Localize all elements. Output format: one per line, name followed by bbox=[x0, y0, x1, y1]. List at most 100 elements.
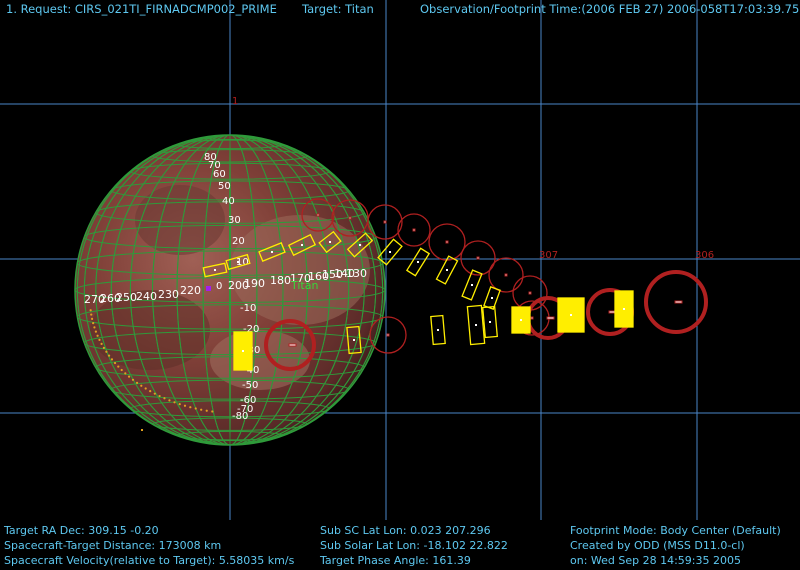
footprint-center bbox=[570, 314, 572, 316]
terminator-dot bbox=[149, 390, 152, 393]
terminator-dot bbox=[183, 404, 187, 407]
footprint-center bbox=[476, 256, 480, 260]
terminator-dot bbox=[120, 368, 123, 372]
observation-canvas: 1 307 306 80 70 60 50 40 30 20 10 0 -10 … bbox=[0, 0, 800, 520]
lat-label: 50 bbox=[218, 181, 231, 192]
created-by: Created by ODD (MSS D11.0-cl) bbox=[570, 539, 745, 552]
terminator-dot bbox=[100, 342, 103, 345]
footprint-center bbox=[530, 316, 534, 320]
lon-label: 180 bbox=[270, 274, 291, 287]
footprint-center bbox=[353, 339, 355, 341]
terminator-dot bbox=[153, 392, 156, 395]
lat-label: 30 bbox=[228, 215, 241, 226]
terminator-dot bbox=[98, 338, 101, 341]
ra-label-307: 307 bbox=[539, 250, 558, 261]
lat-label: -10 bbox=[240, 303, 256, 314]
footprint-center bbox=[301, 244, 303, 246]
lat-label: 20 bbox=[232, 236, 245, 247]
target-phase-angle: Target Phase Angle: 161.39 bbox=[320, 554, 471, 567]
terminator-dot bbox=[113, 361, 117, 365]
terminator-dot bbox=[173, 401, 176, 404]
terminator-dot bbox=[178, 402, 181, 406]
footprint-center bbox=[389, 251, 391, 253]
terminator-dot bbox=[93, 326, 96, 329]
terminator-dot bbox=[105, 350, 108, 353]
footprint-center bbox=[316, 213, 320, 217]
footprint-center bbox=[546, 316, 555, 320]
terminator-dot bbox=[140, 384, 143, 387]
lat-label: 0 bbox=[216, 281, 222, 292]
spacecraft-target-distance: Spacecraft-Target Distance: 173008 km bbox=[4, 539, 222, 552]
terminator-dot bbox=[110, 358, 114, 361]
sun-marker bbox=[141, 429, 143, 431]
observation-time-label: Observation/Footprint Time:(2006 FEB 27)… bbox=[420, 2, 800, 16]
sub-sc-lat-lon: Sub SC Lat Lon: 0.023 207.296 bbox=[320, 524, 491, 537]
terminator-dot bbox=[94, 330, 97, 333]
footprint-center bbox=[491, 297, 493, 299]
footprint-center bbox=[520, 319, 522, 321]
footprint-center bbox=[437, 329, 439, 331]
terminator-dot bbox=[158, 394, 161, 398]
terminator-dot bbox=[90, 317, 94, 320]
lon-label: 190 bbox=[244, 277, 265, 290]
terminator-dot bbox=[163, 397, 166, 400]
footprint-center bbox=[445, 240, 449, 244]
footprint-center bbox=[475, 324, 477, 326]
terminator-dot bbox=[211, 410, 214, 413]
terminator-dot bbox=[124, 372, 127, 375]
footprint-center bbox=[412, 228, 416, 232]
dec-label: 1 bbox=[232, 96, 238, 107]
lat-label: 40 bbox=[222, 196, 235, 207]
terminator-dot bbox=[89, 309, 92, 312]
footprint-center bbox=[489, 321, 491, 323]
terminator-dot bbox=[102, 346, 105, 349]
footprint-center bbox=[288, 343, 297, 347]
footer-right-panel: Footprint Mode: Body Center (Default) Cr… bbox=[570, 523, 781, 568]
terminator-dot bbox=[107, 354, 111, 357]
footprint-center bbox=[471, 284, 473, 286]
target-ra-dec: Target RA Dec: 309.15 -0.20 bbox=[4, 524, 159, 537]
terminator-dot bbox=[127, 375, 131, 378]
footer-middle-panel: Sub SC Lat Lon: 0.023 207.296 Sub Solar … bbox=[320, 523, 508, 568]
terminator-dot bbox=[96, 334, 99, 337]
target-label: Target: Titan bbox=[302, 2, 374, 16]
footprint-center bbox=[446, 269, 448, 271]
footprint-center bbox=[528, 291, 532, 295]
lon-label: 240 bbox=[136, 290, 157, 303]
footer-left-panel: Target RA Dec: 309.15 -0.20 Spacecraft-T… bbox=[4, 523, 294, 568]
footprint-center bbox=[237, 261, 239, 263]
footprint-center bbox=[504, 273, 508, 277]
body-name-label: Titan bbox=[290, 279, 318, 292]
terminator-dot bbox=[135, 381, 139, 384]
footprint-center bbox=[359, 244, 361, 246]
terminator-dot bbox=[117, 365, 120, 368]
ra-label-306: 306 bbox=[695, 250, 714, 261]
terminator-dot bbox=[90, 313, 93, 316]
footprint-center bbox=[271, 251, 273, 253]
spacecraft-velocity: Spacecraft Velocity(relative to Target):… bbox=[4, 554, 295, 567]
created-on: on: Wed Sep 28 14:59:35 2005 bbox=[570, 554, 741, 567]
lat-label: -50 bbox=[242, 380, 258, 391]
footprint-center bbox=[214, 269, 216, 271]
terminator-dot bbox=[92, 322, 95, 325]
footprint-center bbox=[386, 333, 390, 337]
sub-spacecraft-marker bbox=[206, 286, 211, 291]
terminator-dot bbox=[200, 408, 203, 411]
lon-label: 230 bbox=[158, 288, 179, 301]
lon-label: 130 bbox=[346, 267, 367, 280]
footprint-center bbox=[383, 220, 387, 224]
terminator-dot bbox=[205, 409, 208, 412]
terminator-dot bbox=[131, 378, 135, 381]
footprint-center bbox=[674, 300, 683, 304]
lon-label: 220 bbox=[180, 284, 201, 297]
footprint-center bbox=[348, 216, 352, 220]
request-label: 1. Request: CIRS_021TI_FIRNADCMP002_PRIM… bbox=[6, 2, 277, 16]
terminator-dot bbox=[144, 387, 147, 390]
sub-solar-lat-lon: Sub Solar Lat Lon: -18.102 22.822 bbox=[320, 539, 508, 552]
terminator-dot bbox=[194, 407, 197, 410]
lat-label: -80 bbox=[232, 411, 248, 422]
lon-label: 270 bbox=[84, 293, 105, 306]
footprint-center bbox=[623, 308, 625, 310]
footprint-center bbox=[417, 261, 419, 263]
terminator-dot bbox=[168, 399, 171, 402]
